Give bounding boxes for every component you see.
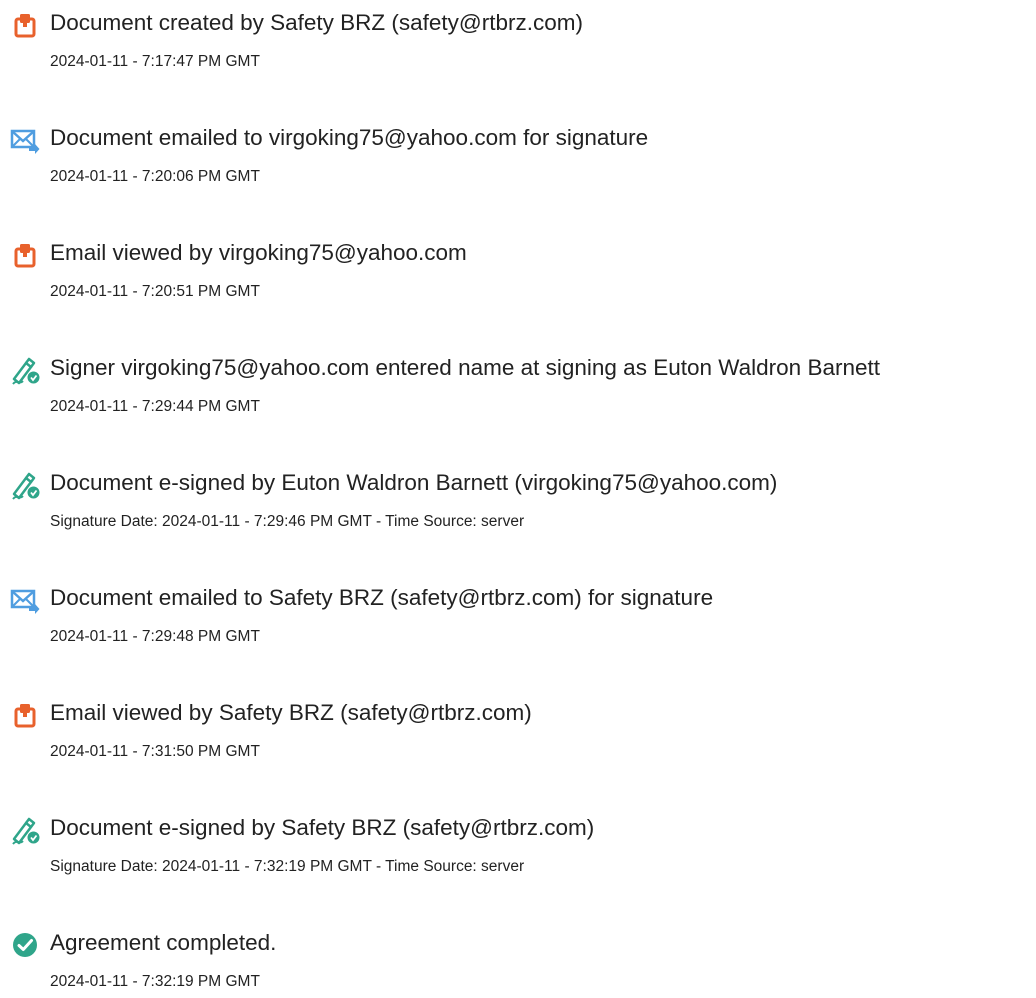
- check-circle-icon: [10, 930, 40, 960]
- event-title: Agreement completed.: [50, 930, 277, 955]
- event-timestamp: 2024-01-11 - 7:29:44 PM GMT: [50, 398, 260, 415]
- event-timestamp: 2024-01-11 - 7:32:19 PM GMT: [50, 973, 260, 990]
- audit-event: Email viewed by Safety BRZ (safety@rtbrz…: [0, 698, 1036, 768]
- document-icon: [10, 700, 40, 730]
- signature-icon: [10, 815, 40, 845]
- event-title: Document emailed to Safety BRZ (safety@r…: [50, 585, 714, 610]
- event-timestamp: 2024-01-11 - 7:29:48 PM GMT: [50, 628, 260, 645]
- event-title: Document emailed to virgoking75@yahoo.co…: [50, 125, 649, 150]
- audit-event: Email viewed by virgoking75@yahoo.com 20…: [0, 238, 1036, 308]
- email-icon: [10, 585, 40, 615]
- audit-event: Document created by Safety BRZ (safety@r…: [0, 8, 1036, 78]
- event-timestamp: 2024-01-11 - 7:20:06 PM GMT: [50, 168, 260, 185]
- event-signature-date: Signature Date: 2024-01-11 - 7:29:46 PM …: [50, 513, 525, 530]
- event-title: Email viewed by virgoking75@yahoo.com: [50, 240, 467, 265]
- audit-event: Document emailed to virgoking75@yahoo.co…: [0, 123, 1036, 193]
- event-timestamp: 2024-01-11 - 7:17:47 PM GMT: [50, 53, 260, 70]
- audit-event: Document e-signed by Euton Waldron Barne…: [0, 468, 1036, 538]
- document-icon: [10, 240, 40, 270]
- signature-icon: [10, 470, 40, 500]
- event-title: Document e-signed by Euton Waldron Barne…: [50, 470, 778, 495]
- audit-event: Document emailed to Safety BRZ (safety@r…: [0, 583, 1036, 653]
- audit-event: Agreement completed. 2024-01-11 - 7:32:1…: [0, 928, 1036, 998]
- event-signature-date: Signature Date: 2024-01-11 - 7:32:19 PM …: [50, 858, 525, 875]
- event-timestamp: 2024-01-11 - 7:20:51 PM GMT: [50, 283, 260, 300]
- event-title: Signer virgoking75@yahoo.com entered nam…: [50, 355, 880, 380]
- event-title: Document e-signed by Safety BRZ (safety@…: [50, 815, 595, 840]
- event-timestamp: 2024-01-11 - 7:31:50 PM GMT: [50, 743, 260, 760]
- audit-event: Document e-signed by Safety BRZ (safety@…: [0, 813, 1036, 883]
- signature-icon: [10, 355, 40, 385]
- email-icon: [10, 125, 40, 155]
- document-icon: [10, 10, 40, 40]
- event-title: Email viewed by Safety BRZ (safety@rtbrz…: [50, 700, 532, 725]
- audit-event: Signer virgoking75@yahoo.com entered nam…: [0, 353, 1036, 423]
- event-title: Document created by Safety BRZ (safety@r…: [50, 10, 584, 35]
